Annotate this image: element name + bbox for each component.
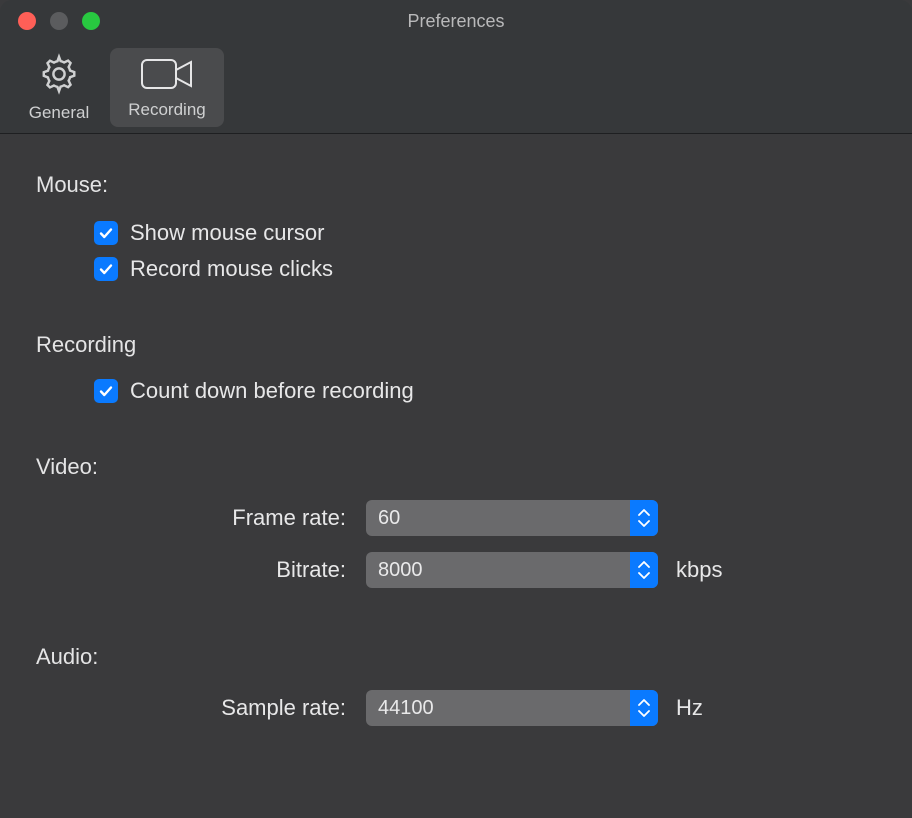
toolbar-tabs: General Recording	[0, 42, 912, 134]
select-bitrate[interactable]: 8000	[366, 552, 658, 588]
row-countdown: Count down before recording	[94, 378, 876, 404]
value-sample-rate: 44100	[366, 697, 630, 720]
value-bitrate: 8000	[366, 559, 630, 582]
stepper-icon	[630, 500, 658, 536]
select-frame-rate[interactable]: 60	[366, 500, 658, 536]
label-countdown: Count down before recording	[130, 378, 414, 404]
row-sample-rate: Sample rate: 44100 Hz	[36, 690, 876, 726]
tab-general[interactable]: General	[12, 48, 106, 127]
window-controls	[0, 12, 100, 30]
zoom-window-button[interactable]	[82, 12, 100, 30]
content-panel: Mouse: Show mouse cursor Record mouse cl…	[0, 134, 912, 818]
unit-sample-rate: Hz	[676, 695, 703, 721]
minimize-window-button[interactable]	[50, 12, 68, 30]
stepper-icon	[630, 690, 658, 726]
value-frame-rate: 60	[366, 507, 630, 530]
window-title: Preferences	[0, 11, 912, 32]
label-show-mouse-cursor: Show mouse cursor	[130, 220, 324, 246]
section-recording-title: Recording	[36, 332, 876, 358]
tab-recording[interactable]: Recording	[110, 48, 224, 127]
label-sample-rate: Sample rate:	[36, 695, 366, 721]
unit-bitrate: kbps	[676, 557, 722, 583]
preferences-window: Preferences General Recording Mouse:	[0, 0, 912, 818]
gear-icon	[38, 53, 80, 95]
camera-icon	[139, 56, 195, 92]
tab-general-label: General	[29, 103, 89, 123]
section-video-title: Video:	[36, 454, 876, 480]
row-bitrate: Bitrate: 8000 kbps	[36, 552, 876, 588]
label-frame-rate: Frame rate:	[36, 505, 366, 531]
section-audio-title: Audio:	[36, 644, 876, 670]
section-mouse-title: Mouse:	[36, 172, 876, 198]
label-record-mouse-clicks: Record mouse clicks	[130, 256, 333, 282]
tab-recording-label: Recording	[128, 100, 206, 120]
row-frame-rate: Frame rate: 60	[36, 500, 876, 536]
row-record-mouse-clicks: Record mouse clicks	[94, 256, 876, 282]
close-window-button[interactable]	[18, 12, 36, 30]
titlebar: Preferences	[0, 0, 912, 42]
select-sample-rate[interactable]: 44100	[366, 690, 658, 726]
checkbox-record-mouse-clicks[interactable]	[94, 257, 118, 281]
label-bitrate: Bitrate:	[36, 557, 366, 583]
checkbox-countdown[interactable]	[94, 379, 118, 403]
checkbox-show-mouse-cursor[interactable]	[94, 221, 118, 245]
stepper-icon	[630, 552, 658, 588]
row-show-mouse-cursor: Show mouse cursor	[94, 220, 876, 246]
